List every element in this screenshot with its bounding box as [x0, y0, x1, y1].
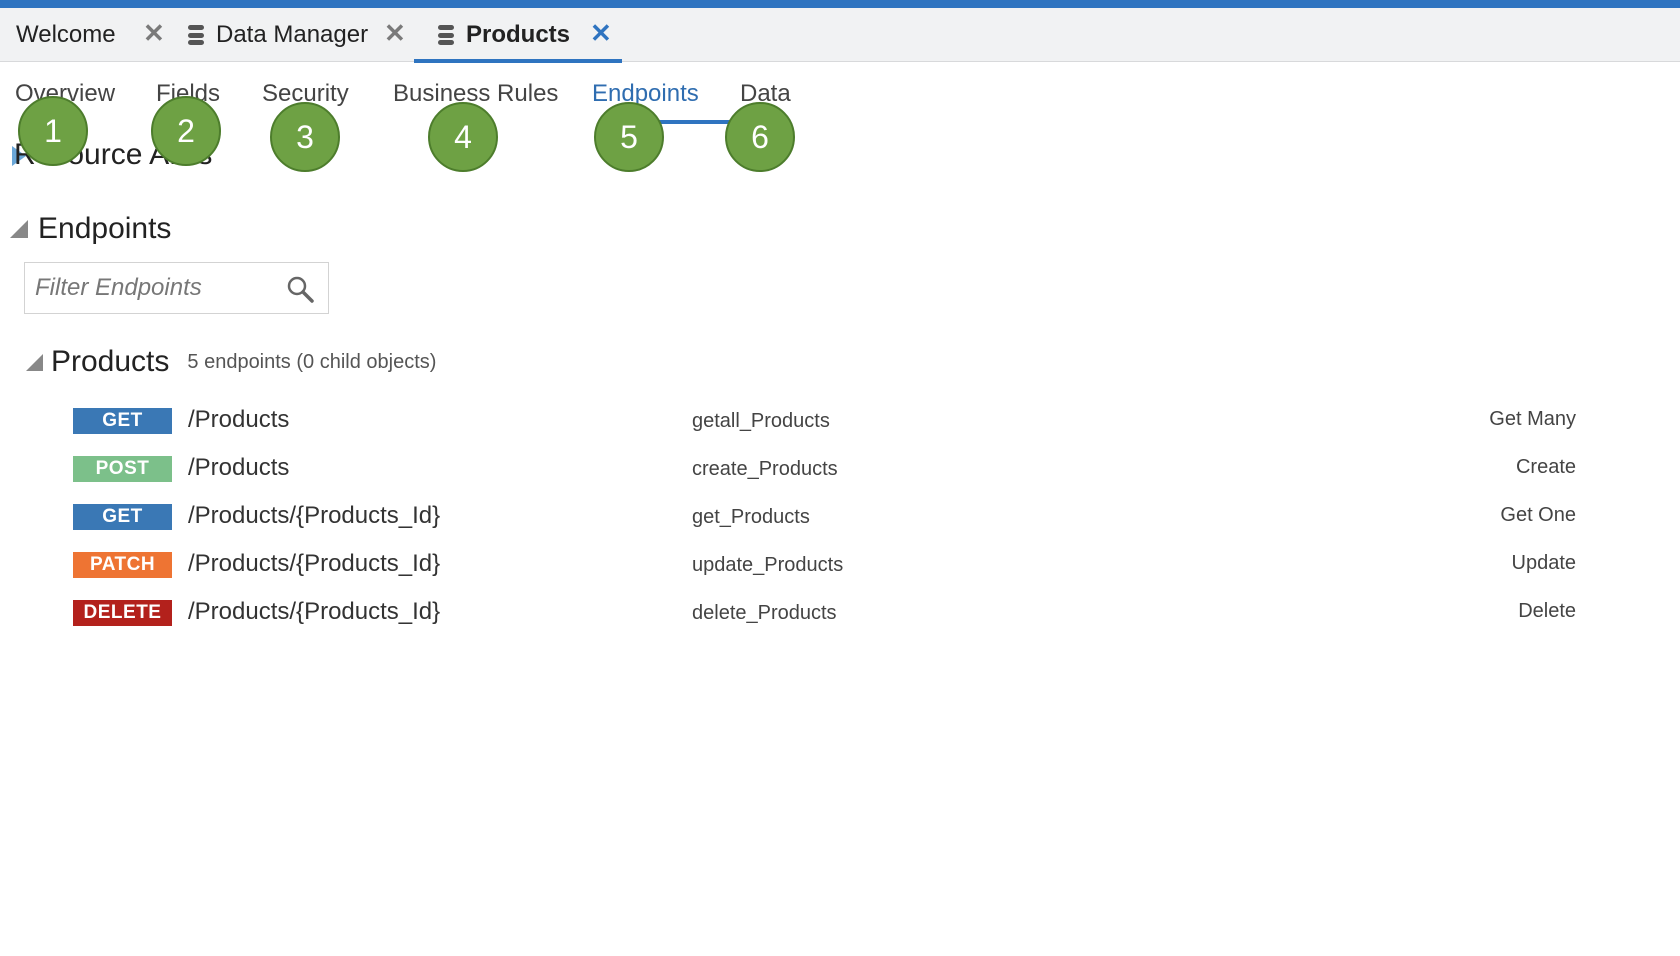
callout-badge: 5 [594, 102, 664, 172]
endpoint-operation: getall_Products [692, 410, 830, 432]
endpoint-kind: Delete [1518, 600, 1576, 622]
collapse-triangle-icon [10, 220, 28, 238]
endpoint-row[interactable]: PATCH /Products/{Products_Id} update_Pro… [0, 548, 1680, 588]
callout-badge: 3 [270, 102, 340, 172]
endpoint-kind: Update [1511, 552, 1577, 574]
endpoint-kind: Get Many [1489, 408, 1576, 430]
tab-data-manager-label: Data Manager [216, 21, 369, 48]
collapse-triangle-icon [26, 353, 43, 371]
endpoint-path[interactable]: /Products/{Products_Id} [188, 502, 440, 530]
endpoint-row[interactable]: DELETE /Products/{Products_Id} delete_Pr… [0, 596, 1680, 636]
http-method-badge: PATCH [73, 552, 172, 578]
tab-products[interactable]: Products ✕ [414, 8, 622, 63]
filter-endpoints-input[interactable] [35, 274, 275, 302]
document-tab-strip: Welcome ✕ Data Manager ✕ Products ✕ [0, 8, 1680, 63]
endpoint-row[interactable]: GET /Products/{Products_Id} get_Products… [0, 500, 1680, 540]
endpoints-section-title: Endpoints [38, 212, 172, 245]
close-icon[interactable]: ✕ [384, 18, 406, 49]
database-icon [188, 25, 204, 45]
endpoint-row[interactable]: GET /Products getall_Products Get Many [0, 404, 1680, 444]
tab-data-manager[interactable]: Data Manager ✕ [188, 8, 418, 62]
http-method-badge: DELETE [73, 600, 172, 626]
subtab-endpoints[interactable]: Endpoints [592, 80, 699, 108]
endpoint-path[interactable]: /Products/{Products_Id} [188, 550, 440, 578]
filter-endpoints-field[interactable] [24, 262, 329, 314]
database-icon [438, 25, 454, 45]
endpoint-row[interactable]: POST /Products create_Products Create [0, 452, 1680, 492]
callout-badge: 6 [725, 102, 795, 172]
products-group-header[interactable]: Products 5 endpoints (0 child objects) [26, 345, 436, 379]
endpoint-path[interactable]: /Products [188, 406, 289, 434]
close-icon[interactable]: ✕ [590, 18, 612, 49]
http-method-badge: POST [73, 456, 172, 482]
active-tab-indicator [414, 59, 622, 63]
window-top-accent-bar [0, 0, 1680, 8]
callout-badge: 2 [151, 96, 221, 166]
endpoint-kind: Get One [1500, 504, 1576, 526]
close-icon[interactable]: ✕ [143, 18, 165, 49]
endpoint-operation: update_Products [692, 554, 844, 576]
endpoint-operation: create_Products [692, 458, 838, 480]
endpoint-kind: Create [1515, 456, 1576, 478]
endpoint-path[interactable]: /Products [188, 454, 289, 482]
tab-welcome[interactable]: Welcome ✕ [16, 8, 166, 62]
endpoints-section-header[interactable]: Endpoints [10, 212, 171, 246]
http-method-badge: GET [73, 408, 172, 434]
tab-products-label: Products [466, 21, 571, 48]
endpoint-operation: get_Products [692, 506, 810, 528]
group-title: Products [51, 345, 170, 378]
callout-badge: 4 [428, 102, 498, 172]
http-method-badge: GET [73, 504, 172, 530]
callout-badge: 1 [18, 96, 88, 166]
group-endpoint-count: 5 endpoints (0 child objects) [187, 350, 437, 373]
endpoint-path[interactable]: /Products/{Products_Id} [188, 598, 440, 626]
search-icon[interactable] [286, 275, 314, 303]
endpoint-operation: delete_Products [692, 602, 837, 624]
tab-welcome-label: Welcome [16, 21, 116, 48]
